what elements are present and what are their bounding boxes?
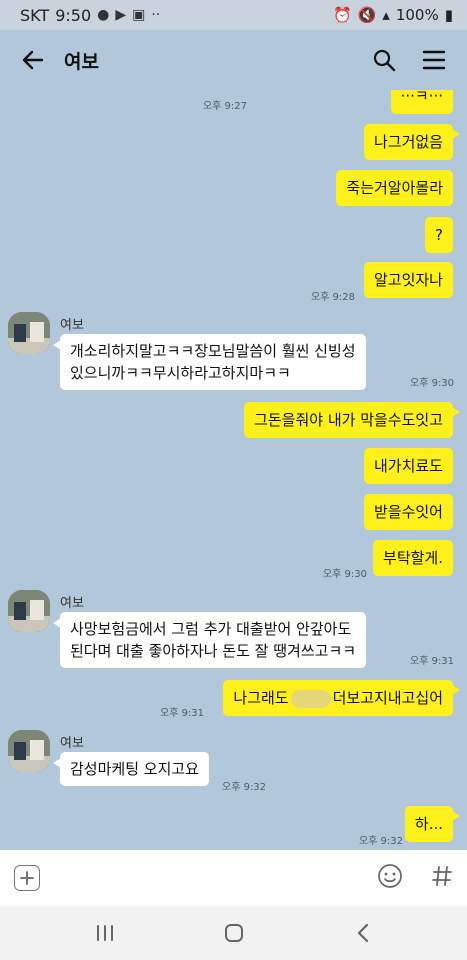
search-icon[interactable] (369, 45, 399, 75)
signal-icon: ▴ (382, 6, 390, 24)
message-bubble-outgoing[interactable]: 나그거없음 (363, 124, 461, 160)
notification-icon: ● (97, 7, 110, 23)
android-nav-bar (0, 906, 467, 960)
message-time: 오후 9:32 (358, 836, 403, 847)
message-list: ···ㅋ··· 오후 9:27 나그거없음 죽는거알아몰라 ? 알고잇자나 오후… (0, 90, 467, 850)
message-time: 오후 9:32 (222, 782, 267, 793)
message-time: 오후 9:28 (310, 292, 355, 303)
message-bubble-outgoing[interactable]: 내가치료도 (363, 448, 453, 484)
hash-icon[interactable] (431, 865, 453, 891)
menu-icon[interactable] (419, 45, 449, 75)
message-time: 오후 9:30 (410, 378, 455, 389)
alarm-icon: ⏰ (332, 6, 352, 24)
message-bubble-outgoing[interactable]: 알고잇자나 (363, 262, 453, 298)
input-bar (0, 850, 467, 906)
chat-header: 여보 (0, 30, 467, 90)
youtube-icon: ▶ (115, 7, 127, 23)
message-bubble-incoming[interactable]: 감성마케팅 오지고요 (53, 752, 209, 786)
message-time: 오후 9:31 (160, 708, 205, 719)
message-time: 오후 9:27 (202, 101, 247, 112)
message-bubble-outgoing[interactable]: ? (425, 217, 453, 253)
sender-name: 여보 (60, 318, 84, 333)
plus-icon[interactable] (14, 865, 40, 891)
sender-name: 여보 (60, 736, 84, 751)
message-bubble-outgoing[interactable]: 죽는거알아몰라 (336, 170, 453, 206)
message-bubble-outgoing[interactable]: 부탁할게. (373, 540, 453, 576)
sender-name: 여보 (60, 596, 84, 611)
clock: 9:50 (55, 5, 92, 25)
message-bubble-outgoing[interactable]: 그돈을줘야 내가 막을수도잇고 (244, 402, 460, 438)
avatar[interactable] (8, 312, 50, 354)
back-arrow-icon[interactable] (18, 45, 48, 75)
message-bubble-outgoing[interactable]: 하... (404, 806, 461, 842)
status-bar: SKT 9:50 ● ▶ ▣ ·· ⏰ 🔇 ▴ 100% ▮ (0, 0, 467, 30)
message-input[interactable] (52, 860, 365, 896)
message-time: 오후 9:31 (410, 656, 455, 667)
blurred-region (290, 689, 331, 708)
home-icon[interactable] (214, 913, 254, 953)
back-nav-icon[interactable] (343, 913, 383, 953)
avatar[interactable] (8, 590, 50, 632)
gallery-icon: ▣ (132, 7, 146, 23)
message-bubble-outgoing[interactable]: 받을수잇어 (363, 494, 453, 530)
message-bubble-outgoing[interactable]: ···ㅋ··· (390, 90, 453, 114)
battery-level: 100% (395, 6, 439, 24)
mute-icon: 🔇 (357, 6, 377, 24)
message-bubble-incoming[interactable]: 사망보험금에서 그럼 추가 대출받어 안갚아도 된다며 대출 좋아하자나 돈도 … (52, 612, 367, 668)
carrier: SKT (20, 5, 50, 25)
recent-apps-icon[interactable] (85, 913, 125, 953)
more-notifications-icon: ·· (151, 7, 161, 23)
avatar[interactable] (8, 730, 50, 772)
message-time: 오후 9:30 (322, 569, 367, 580)
message-bubble-outgoing[interactable]: 나그래도 더보고지내고십어 (223, 680, 460, 716)
message-bubble-incoming[interactable]: 개소리하지말고ㅋㅋ장모님말씀이 훨씬 신빙성 있으니까ㅋㅋ무시하라고하지마ㅋㅋ (53, 334, 366, 390)
emoji-icon[interactable] (377, 863, 403, 893)
chat-title: 여보 (64, 50, 99, 73)
battery-icon: ▮ (444, 6, 453, 24)
